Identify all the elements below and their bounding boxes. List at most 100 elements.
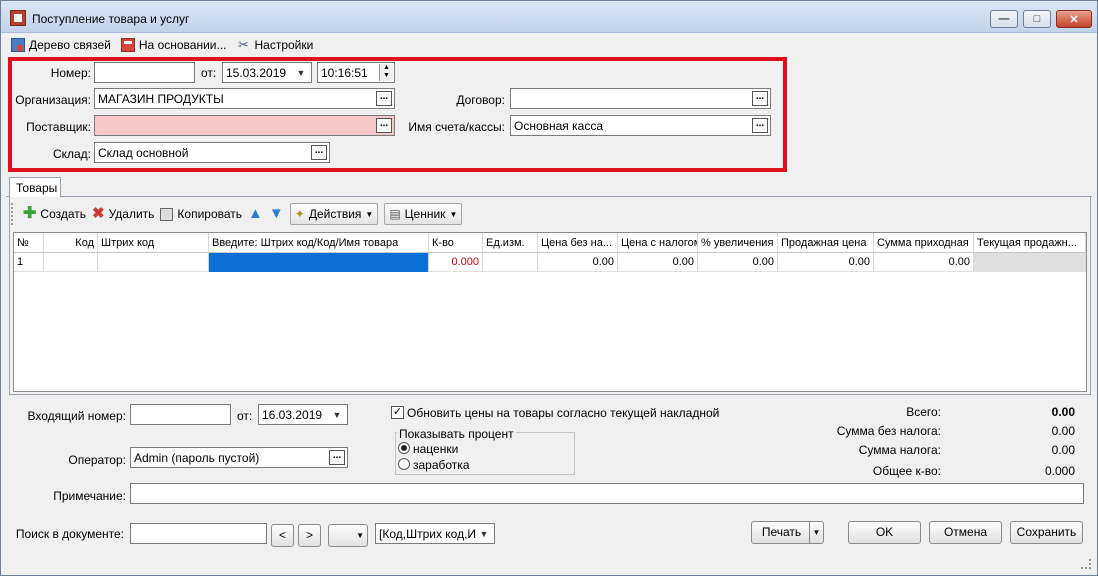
table-header: № Код Штрих код Введите: Штрих код/Код/И… [14, 233, 1086, 253]
search-mode-select[interactable]: [Код,Штрих код,И ▼ [375, 523, 495, 544]
table-cell[interactable]: 0.00 [698, 253, 778, 272]
cancel-button[interactable]: Отмена [929, 521, 1002, 544]
actions-button[interactable]: ✦ Действия ▼ [289, 203, 379, 225]
arrow-up-icon[interactable]: ▲ [248, 206, 263, 221]
print-button[interactable]: Печать ▼ [751, 521, 824, 544]
print-dropdown-icon[interactable]: ▼ [809, 522, 823, 543]
radio-profit-label: заработка [413, 458, 470, 472]
table-cell[interactable]: 0.000 [429, 253, 483, 272]
radio-markup-label: наценки [413, 442, 459, 456]
next-button[interactable]: > [298, 524, 321, 547]
basis-icon [120, 38, 135, 52]
title-bar: Поступление товара и услуг — □ ✕ [1, 1, 1097, 33]
col-header[interactable]: Введите: Штрих код/Код/Имя товара [209, 233, 429, 253]
save-button[interactable]: Сохранить [1010, 521, 1083, 544]
search-label: Поиск в документе: [15, 527, 124, 541]
purchase-window: Поступление товара и услуг — □ ✕ Дерево … [0, 0, 1098, 576]
table-cell[interactable]: 0.00 [618, 253, 698, 272]
total-value: 0.00 [1051, 405, 1075, 419]
create-button[interactable]: ✚ Создать [23, 206, 87, 222]
settings-button[interactable]: ✂ Настройки [237, 38, 313, 53]
table-cell[interactable] [98, 253, 209, 272]
incoming-label: Входящий номер: [27, 409, 127, 423]
main-toolbar: Дерево связей На основании... ✂ Настройк… [11, 36, 313, 54]
tax-value: 0.00 [1051, 443, 1075, 457]
pricetag-button[interactable]: ▤ Ценник ▼ [384, 203, 463, 225]
col-header[interactable]: Цена с налогом [618, 233, 698, 253]
goods-table[interactable]: № Код Штрих код Введите: Штрих код/Код/И… [13, 232, 1087, 392]
radio-profit[interactable] [398, 458, 410, 470]
table-cell-selected[interactable] [209, 253, 429, 272]
col-header[interactable]: Цена без на... [538, 233, 618, 253]
without-tax-label: Сумма без налога: [836, 424, 941, 438]
tab-goods[interactable]: Товары [9, 177, 61, 197]
wand-icon: ✦ [294, 207, 305, 221]
col-header[interactable]: Текущая продажн... [974, 233, 1086, 253]
actions-label: Действия [308, 207, 362, 221]
col-header[interactable]: Код [44, 233, 98, 253]
table-cell[interactable]: 0.00 [778, 253, 874, 272]
search-input[interactable] [130, 523, 267, 544]
col-header[interactable]: Штрих код [98, 233, 209, 253]
copy-button[interactable]: Копировать [160, 207, 242, 221]
delete-icon: ✖ [92, 205, 105, 222]
col-header[interactable]: Ед.изм. [483, 233, 538, 253]
col-header[interactable]: Сумма приходная [874, 233, 974, 253]
table-row[interactable]: 1 0.000 0.00 0.00 0.00 0.00 0.00 [14, 253, 1086, 272]
incoming-input[interactable] [130, 404, 231, 425]
create-label: Создать [40, 207, 87, 221]
update-prices-label: Обновить цены на товары согласно текущей… [407, 406, 720, 420]
pricetag-label: Ценник [404, 207, 446, 221]
operator-value: Admin (пароль пустой) [134, 451, 260, 465]
tree-button[interactable]: Дерево связей [11, 38, 111, 52]
table-cell[interactable]: 1 [14, 253, 44, 272]
minimize-button[interactable]: — [990, 10, 1018, 28]
operator-label: Оператор: [68, 453, 126, 467]
table-cell[interactable] [483, 253, 538, 272]
chevron-down-icon[interactable]: ▼ [477, 527, 491, 541]
qty-value: 0.000 [1044, 464, 1075, 478]
update-prices-checkbox[interactable]: ✓ [391, 406, 404, 419]
col-header[interactable]: К-во [429, 233, 483, 253]
operator-field[interactable]: Admin (пароль пустой) ... [130, 447, 348, 468]
table-cell[interactable] [44, 253, 98, 272]
col-header[interactable]: Продажная цена [778, 233, 874, 253]
highlight-frame [8, 57, 787, 172]
search-mode-value: [Код,Штрих код,И [379, 527, 477, 541]
incoming-date-picker[interactable]: 16.03.2019 ▼ [258, 404, 348, 425]
resize-grip[interactable] [1081, 559, 1091, 569]
maximize-button[interactable]: □ [1023, 10, 1051, 28]
radio-markup[interactable] [398, 442, 410, 454]
close-button[interactable]: ✕ [1056, 10, 1092, 28]
ellipsis-icon[interactable]: ... [329, 450, 345, 465]
col-header[interactable]: % увеличения [698, 233, 778, 253]
tree-label: Дерево связей [29, 38, 111, 52]
incoming-date-label: от: [237, 409, 253, 423]
table-cell[interactable]: 0.00 [874, 253, 974, 272]
search-options-dropdown[interactable]: ▼ [328, 524, 368, 547]
table-cell[interactable] [974, 253, 1086, 272]
note-input[interactable] [130, 483, 1084, 504]
print-label: Печать [761, 525, 802, 539]
tax-label: Сумма налога: [858, 443, 941, 457]
basis-button[interactable]: На основании... [120, 38, 227, 52]
tree-icon [11, 38, 25, 52]
chevron-down-icon: ▼ [365, 209, 374, 219]
window-title: Поступление товара и услуг [32, 12, 190, 26]
delete-label: Удалить [108, 207, 155, 221]
col-header[interactable]: № [14, 233, 44, 253]
percent-group-label: Показывать процент [397, 427, 516, 441]
prev-button[interactable]: < [271, 524, 294, 547]
chevron-down-icon: ▼ [356, 531, 364, 540]
without-tax-value: 0.00 [1051, 424, 1075, 438]
copy-icon [160, 207, 174, 221]
ok-button[interactable]: OK [848, 521, 921, 544]
chevron-down-icon[interactable]: ▼ [330, 408, 344, 422]
arrow-down-icon[interactable]: ▼ [269, 206, 284, 221]
grid-toolbar: ✚ Создать ✖ Удалить Копировать ▲ ▼ ✦ Дей… [11, 202, 463, 226]
delete-button[interactable]: ✖ Удалить [92, 205, 155, 222]
chevron-down-icon: ▼ [449, 209, 458, 219]
qty-label: Общее к-во: [872, 464, 941, 478]
incoming-date-value: 16.03.2019 [262, 408, 323, 422]
table-cell[interactable]: 0.00 [538, 253, 618, 272]
